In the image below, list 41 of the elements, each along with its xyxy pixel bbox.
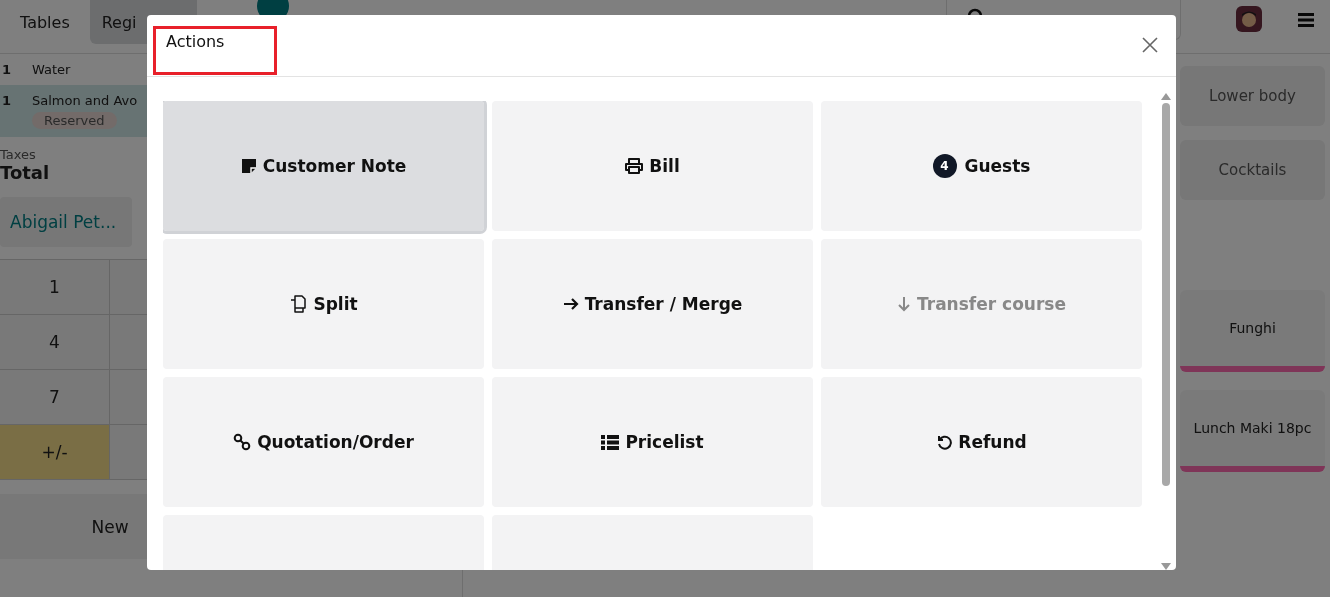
product-name: Water [32,62,71,77]
link-icon [233,433,252,451]
action-button[interactable]: Transfer / Merge [492,239,813,369]
status-tag: Reserved [32,112,117,129]
quantity-text: 1 [2,93,12,110]
note-icon [240,158,257,174]
scrollbar[interactable] [1160,93,1172,570]
menu-icon[interactable] [1298,13,1314,27]
total-label: Total [0,162,50,183]
undo-icon [936,434,953,450]
quantity-text: 1 [2,62,12,77]
action-button[interactable]: Quotation/Order [163,377,484,507]
printer-icon [625,158,644,174]
guest-count-badge: 4 [932,154,957,178]
action-button[interactable]: 4 Guests [821,101,1142,231]
nav-tab[interactable]: Tables [0,0,90,44]
product-name: Salmon and Avo [32,93,138,108]
scroll-down-icon[interactable] [1161,563,1171,570]
arrow-right-icon [562,297,579,311]
product-card[interactable]: Lunch Maki 18pc [1180,390,1325,472]
close-icon [1142,37,1158,53]
action-button[interactable]: Bill [492,101,813,231]
action-button[interactable]: Pricelist [492,377,813,507]
numpad-key[interactable]: 1 [0,260,110,315]
numpad-key[interactable]: +/- [0,425,110,480]
action-button[interactable]: Customer Note [163,101,484,231]
action-button[interactable]: Split [163,239,484,369]
product-card[interactable]: Funghi [1180,290,1325,372]
taxes-label: Taxes [0,147,36,162]
action-button[interactable]: Refund [821,377,1142,507]
customer-button[interactable]: Abigail Pet... [0,197,132,247]
list-icon [601,434,620,450]
numpad-key[interactable]: 4 [0,315,110,370]
copy-icon [289,295,308,313]
category-button[interactable]: Cocktails [1180,140,1325,200]
scroll-up-icon[interactable] [1161,93,1171,100]
dialog-title: Actions [153,26,278,75]
category-button[interactable]: Lower body [1180,66,1325,126]
numpad-key[interactable]: 7 [0,370,110,425]
arrow-down-icon [897,296,912,312]
avatar-icon[interactable] [1236,6,1262,32]
